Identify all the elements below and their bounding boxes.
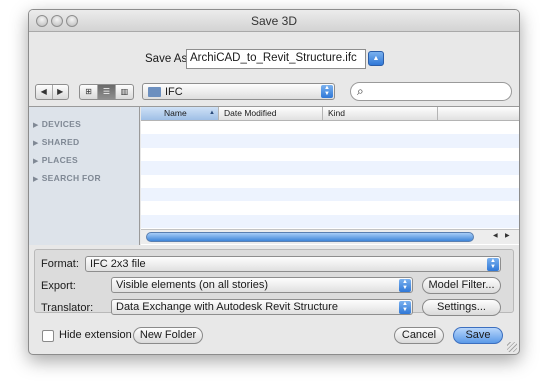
popup-arrows-icon: ▲ ▼ <box>399 279 411 292</box>
column-divider[interactable] <box>218 107 219 120</box>
list-item <box>141 121 519 134</box>
export-label: Export: <box>41 280 76 292</box>
back-arrow-icon[interactable]: ◀ <box>36 85 53 99</box>
export-options-panel: Format: IFC 2x3 file ▲ ▼ Export: Visible … <box>34 249 514 316</box>
column-header-date-modified[interactable]: Date Modified <box>224 108 276 118</box>
list-item <box>141 201 519 214</box>
title-bar[interactable]: Save 3D <box>29 10 519 32</box>
search-icon: ⌕ <box>357 84 364 98</box>
icon-view-icon[interactable]: ⊞ <box>80 85 98 99</box>
disclosure-triangle-icon: ▶ <box>33 158 39 165</box>
column-divider[interactable] <box>322 107 323 120</box>
format-label: Format: <box>41 258 79 270</box>
popup-arrows-icon: ▲ ▼ <box>487 258 499 271</box>
hide-extension-label[interactable]: Hide extension <box>59 329 132 341</box>
save-button[interactable]: Save <box>453 327 503 344</box>
list-item <box>141 134 519 148</box>
list-item <box>141 175 519 188</box>
column-header-name[interactable]: Name <box>141 107 218 120</box>
sidebar-section-shared[interactable]: ▶ SHARED <box>33 137 79 147</box>
disclosure-triangle-icon: ▶ <box>33 176 39 183</box>
disclosure-triangle-icon: ▶ <box>33 140 39 147</box>
list-item <box>141 187 519 202</box>
export-popup[interactable]: Visible elements (on all stories) ▲ ▼ <box>111 277 413 293</box>
window-title: Save 3D <box>250 14 298 28</box>
chevron-up-icon: ▲ <box>372 55 380 62</box>
forward-arrow-icon[interactable]: ▶ <box>53 85 69 99</box>
cancel-button[interactable]: Cancel <box>394 327 444 344</box>
disclosure-triangle-icon: ▶ <box>33 122 39 129</box>
sidebar-section-search-for[interactable]: ▶ SEARCH FOR <box>33 173 101 183</box>
model-filter-button[interactable]: Model Filter... <box>422 277 501 294</box>
popup-arrows-icon: ▲ ▼ <box>399 301 411 314</box>
translator-label: Translator: <box>41 302 94 314</box>
list-view-icon[interactable]: ☰ <box>98 85 116 99</box>
sidebar-section-devices[interactable]: ▶ DEVICES <box>33 119 81 129</box>
translator-popup[interactable]: Data Exchange with Autodesk Revit Struct… <box>111 299 413 315</box>
column-header-kind[interactable]: Kind <box>328 108 345 118</box>
horizontal-scrollbar[interactable]: ◀ ▶ <box>141 229 519 244</box>
save-dialog: Save 3D Save As: ArchiCAD_to_Revit_Struc… <box>28 9 520 355</box>
location-popup[interactable]: IFC ▲ ▼ <box>142 83 335 100</box>
file-rows <box>141 121 519 229</box>
format-popup[interactable]: IFC 2x3 file ▲ ▼ <box>85 256 501 272</box>
location-folder-name: IFC <box>165 86 183 98</box>
list-item <box>141 214 519 229</box>
save-as-label: Save As: <box>145 53 191 65</box>
folder-icon <box>148 87 161 97</box>
view-mode-control: ⊞ ☰ ▥ <box>79 84 134 100</box>
popup-arrows-icon: ▲ ▼ <box>321 85 333 98</box>
search-field[interactable]: ⌕ <box>350 82 512 101</box>
resize-grip-icon[interactable] <box>507 342 517 352</box>
sidebar: ▶ DEVICES ▶ SHARED ▶ PLACES ▶ SEARCH FOR <box>29 107 140 245</box>
column-view-icon[interactable]: ▥ <box>116 85 133 99</box>
file-list[interactable]: Name ▲ Date Modified Kind ◀ ▶ <box>141 107 519 245</box>
sidebar-section-places[interactable]: ▶ PLACES <box>33 155 78 165</box>
list-item <box>141 148 519 161</box>
back-forward-control: ◀ ▶ <box>35 84 69 100</box>
column-divider[interactable] <box>437 107 438 120</box>
collapse-dialog-button[interactable]: ▲ <box>368 51 384 66</box>
settings-button[interactable]: Settings... <box>422 299 501 316</box>
column-header-row: Name ▲ Date Modified Kind <box>141 107 519 121</box>
list-item <box>141 161 519 175</box>
sort-ascending-icon: ▲ <box>209 110 215 116</box>
filename-input[interactable]: ArchiCAD_to_Revit_Structure.ifc <box>186 49 366 69</box>
hide-extension-checkbox[interactable] <box>42 330 54 342</box>
scroll-left-icon[interactable]: ◀ <box>493 232 498 239</box>
scroll-right-icon[interactable]: ▶ <box>505 232 510 239</box>
scrollbar-thumb[interactable] <box>146 232 474 242</box>
new-folder-button[interactable]: New Folder <box>133 327 203 344</box>
file-browser: ▶ DEVICES ▶ SHARED ▶ PLACES ▶ SEARCH FOR Nam… <box>29 106 519 245</box>
